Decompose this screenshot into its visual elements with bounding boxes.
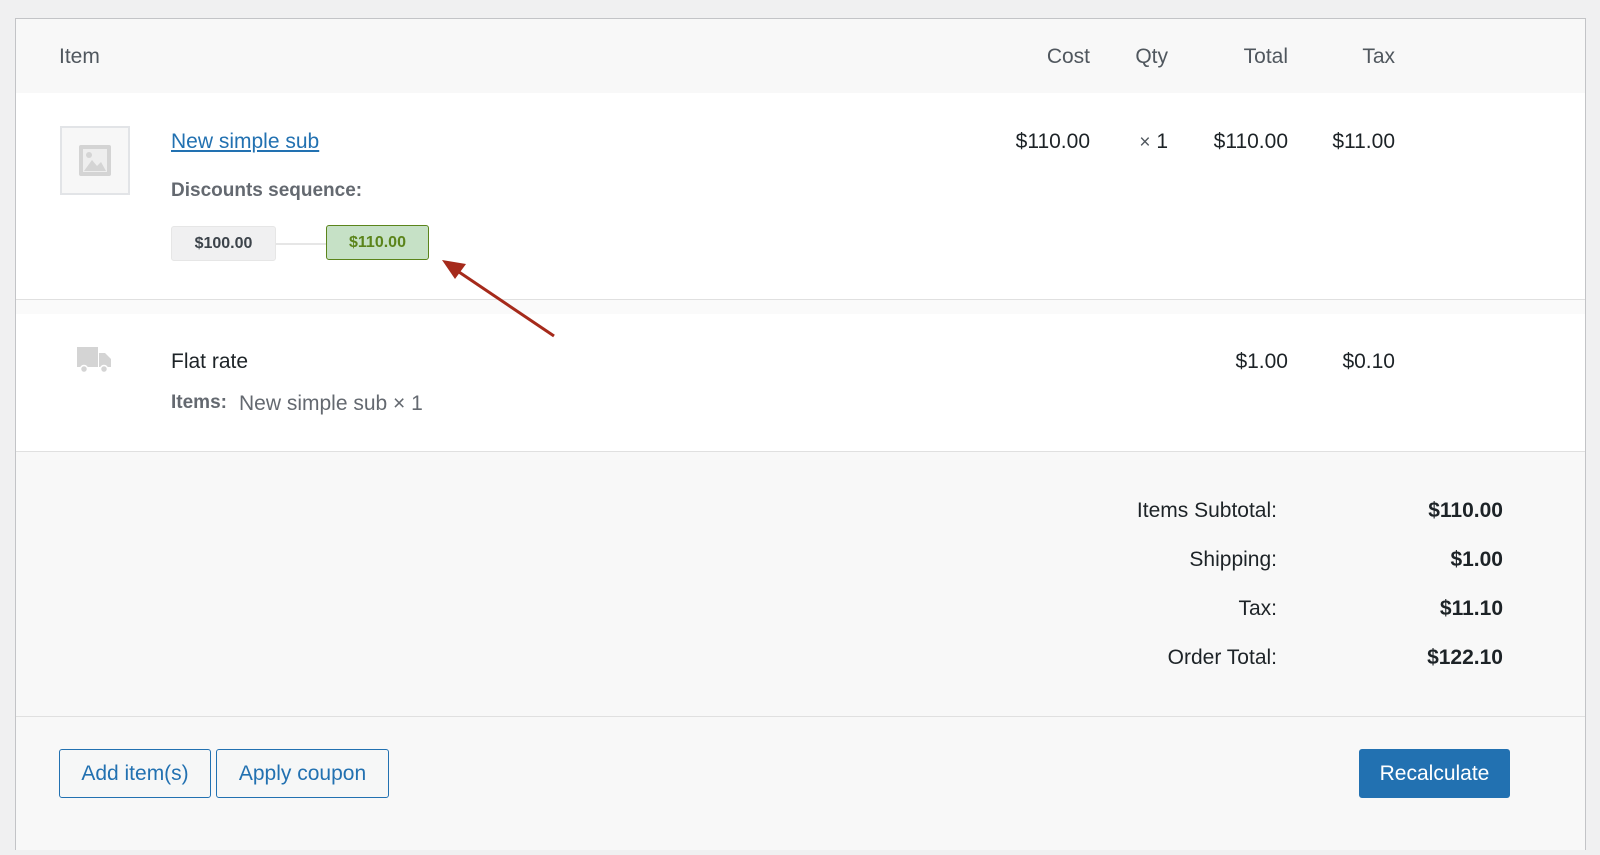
header-qty: Qty [1135, 45, 1168, 68]
row-gap [16, 300, 1585, 314]
shipping-total-label: Shipping: [1189, 548, 1277, 571]
subtotal-value: $110.00 [1428, 499, 1503, 522]
shipping-items-value: New simple sub × 1 [239, 392, 423, 415]
image-placeholder-icon [60, 126, 130, 195]
order-total-value: $122.10 [1427, 646, 1503, 669]
recalculate-button[interactable]: Recalculate [1359, 749, 1510, 798]
shipping-method-name: Flat rate [171, 350, 249, 373]
item-total: $110.00 [1213, 130, 1288, 153]
sequence-chip-base: $100.00 [171, 226, 276, 261]
shipping-total-value: $1.00 [1450, 548, 1503, 571]
actions-bar: Add item(s) Apply coupon Recalculate [16, 717, 1585, 850]
apply-coupon-button[interactable]: Apply coupon [216, 749, 389, 798]
shipping-items-label: Items: [171, 392, 227, 413]
item-qty: × 1 [1139, 129, 1168, 156]
tax-total-label: Tax: [1238, 597, 1277, 620]
sequence-connector [276, 243, 326, 245]
order-totals: Items Subtotal: $110.00 Shipping: $1.00 … [16, 451, 1585, 717]
table-header: Item Cost Qty Total Tax [16, 19, 1585, 93]
shipping-total: $1.00 [1235, 350, 1288, 373]
product-link[interactable]: New simple sub [171, 129, 319, 155]
truck-icon [77, 346, 111, 379]
header-tax: Tax [1362, 45, 1395, 68]
tax-total-value: $11.10 [1439, 597, 1503, 620]
item-cost: $110.00 [1015, 130, 1090, 153]
qty-value: 1 [1156, 130, 1168, 153]
sequence-chip-final: $110.00 [326, 225, 429, 260]
header-total: Total [1243, 45, 1288, 68]
subtotal-label: Items Subtotal: [1136, 499, 1277, 522]
discounts-sequence-label: Discounts sequence: [171, 180, 363, 201]
header-cost: Cost [1046, 45, 1090, 68]
order-total-label: Order Total: [1167, 646, 1277, 669]
header-item: Item [59, 45, 100, 68]
order-items-panel: Item Cost Qty Total Tax New simple sub $… [15, 18, 1586, 850]
item-tax: $11.00 [1332, 130, 1395, 153]
add-items-button[interactable]: Add item(s) [59, 749, 211, 798]
shipping-tax: $0.10 [1342, 350, 1395, 373]
qty-multiply-symbol: × [1139, 132, 1151, 153]
